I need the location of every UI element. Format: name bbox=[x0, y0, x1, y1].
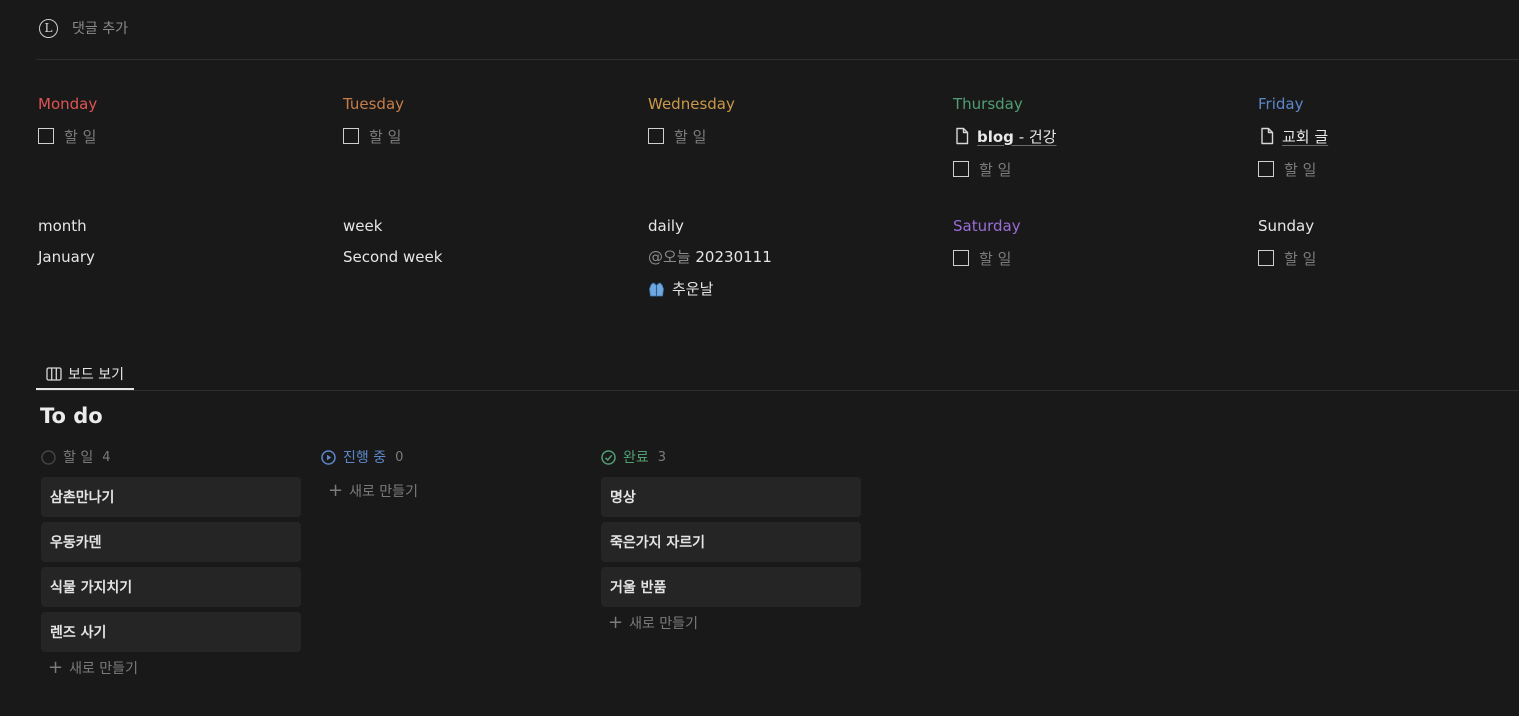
board-view-icon bbox=[46, 367, 62, 381]
comment-row[interactable]: L 댓글 추가 bbox=[39, 17, 128, 39]
date-mention[interactable]: @오늘 bbox=[648, 248, 691, 266]
circle-empty-icon bbox=[41, 449, 56, 465]
group-name: 완료 bbox=[623, 450, 649, 466]
daily-date-row[interactable]: @오늘 20230111 bbox=[648, 246, 938, 268]
month-column: month January bbox=[38, 216, 328, 268]
tab-divider bbox=[36, 390, 1519, 391]
page-icon bbox=[1261, 127, 1274, 145]
group-header[interactable]: 진행 중 0 bbox=[321, 447, 583, 467]
doc-link-rest: - 건강 bbox=[1013, 127, 1057, 146]
new-card-label: 새로 만들기 bbox=[629, 616, 698, 632]
tab-label: 보드 보기 bbox=[68, 367, 124, 383]
new-card-label: 새로 만들기 bbox=[349, 484, 418, 500]
page-icon bbox=[956, 127, 969, 145]
todo-item[interactable]: 할 일 bbox=[38, 125, 328, 147]
week-value: Second week bbox=[343, 248, 443, 266]
new-card-button[interactable]: + 새로 만들기 bbox=[321, 480, 583, 502]
in-progress-icon bbox=[321, 449, 336, 465]
day-title-wednesday: Wednesday bbox=[648, 95, 735, 113]
month-label: month bbox=[38, 217, 87, 235]
doc-link-item[interactable]: blog - 건강 bbox=[953, 125, 1243, 147]
todo-item[interactable]: 할 일 bbox=[953, 158, 1243, 180]
daily-column: daily @오늘 20230111 추운날 bbox=[648, 216, 938, 300]
day-column-monday: Monday 할 일 bbox=[38, 94, 328, 147]
checkbox[interactable] bbox=[953, 250, 969, 266]
day-title-saturday: Saturday bbox=[953, 217, 1021, 235]
day-column-thursday: Thursday blog - 건강 할 일 bbox=[953, 94, 1243, 180]
day-title-sunday: Sunday bbox=[1258, 217, 1315, 235]
doc-link[interactable]: blog - 건강 bbox=[977, 126, 1056, 147]
board-card[interactable]: 식물 가지치기 bbox=[41, 567, 301, 607]
plus-icon: + bbox=[48, 657, 64, 678]
checkbox[interactable] bbox=[343, 128, 359, 144]
todo-item[interactable]: 할 일 bbox=[1258, 158, 1519, 180]
board-card[interactable]: 렌즈 사기 bbox=[41, 612, 301, 652]
new-card-label: 새로 만들기 bbox=[69, 661, 138, 677]
day-column-sunday: Sunday 할 일 bbox=[1258, 216, 1519, 269]
checkbox[interactable] bbox=[38, 128, 54, 144]
board-group-in-progress: 진행 중 0 + 새로 만들기 bbox=[321, 447, 583, 502]
plus-icon: + bbox=[328, 480, 344, 501]
board-card[interactable]: 삼촌만나기 bbox=[41, 477, 301, 517]
doc-link-item[interactable]: 교회 글 bbox=[1258, 125, 1519, 147]
todo-item[interactable]: 할 일 bbox=[953, 247, 1243, 269]
checkbox[interactable] bbox=[648, 128, 664, 144]
group-header[interactable]: 할 일 4 bbox=[41, 447, 303, 467]
day-column-friday: Friday 교회 글 할 일 bbox=[1258, 94, 1519, 180]
group-name: 진행 중 bbox=[343, 450, 387, 466]
checkbox[interactable] bbox=[953, 161, 969, 177]
new-card-button[interactable]: + 새로 만들기 bbox=[601, 612, 863, 634]
daily-weather-row: 추운날 bbox=[648, 278, 938, 300]
group-count: 4 bbox=[102, 449, 111, 465]
board-card[interactable]: 죽은가지 자르기 bbox=[601, 522, 861, 562]
board-title: To do bbox=[40, 404, 103, 428]
todo-placeholder: 할 일 bbox=[1284, 160, 1317, 179]
doc-link-bold: blog bbox=[977, 127, 1014, 146]
divider bbox=[36, 59, 1519, 60]
todo-placeholder: 할 일 bbox=[979, 249, 1012, 268]
daily-label: daily bbox=[648, 217, 684, 235]
todo-placeholder: 할 일 bbox=[1284, 249, 1317, 268]
day-column-saturday: Saturday 할 일 bbox=[953, 216, 1243, 269]
group-name: 할 일 bbox=[63, 450, 94, 466]
new-card-button[interactable]: + 새로 만들기 bbox=[41, 657, 303, 679]
board-card[interactable]: 우동카덴 bbox=[41, 522, 301, 562]
day-title-tuesday: Tuesday bbox=[343, 95, 405, 113]
doc-link[interactable]: 교회 글 bbox=[1282, 126, 1328, 147]
group-count: 3 bbox=[657, 449, 667, 465]
doc-link-rest: 교회 글 bbox=[1282, 127, 1329, 146]
todo-item[interactable]: 할 일 bbox=[648, 125, 938, 147]
todo-placeholder: 할 일 bbox=[369, 127, 402, 146]
day-title-monday: Monday bbox=[38, 95, 98, 113]
checkbox[interactable] bbox=[1258, 250, 1274, 266]
board-card[interactable]: 거울 반품 bbox=[601, 567, 861, 607]
month-value: January bbox=[38, 248, 95, 266]
board-group-todo: 할 일 4 삼촌만나기 우동카덴 식물 가지치기 렌즈 사기 + 새로 만들기 bbox=[41, 447, 303, 679]
todo-placeholder: 할 일 bbox=[979, 160, 1012, 179]
group-count: 0 bbox=[395, 449, 404, 465]
day-column-wednesday: Wednesday 할 일 bbox=[648, 94, 938, 147]
day-column-tuesday: Tuesday 할 일 bbox=[343, 94, 633, 147]
day-title-thursday: Thursday bbox=[953, 95, 1023, 113]
todo-placeholder: 할 일 bbox=[64, 127, 97, 146]
todo-placeholder: 할 일 bbox=[674, 127, 707, 146]
todo-item[interactable]: 할 일 bbox=[1258, 247, 1519, 269]
day-title-friday: Friday bbox=[1258, 95, 1304, 113]
add-comment-label[interactable]: 댓글 추가 bbox=[72, 18, 128, 38]
weather-text: 추운날 bbox=[672, 280, 714, 298]
plus-icon: + bbox=[608, 612, 624, 633]
todo-item[interactable]: 할 일 bbox=[343, 125, 633, 147]
board-card[interactable]: 명상 bbox=[601, 477, 861, 517]
coat-icon bbox=[649, 282, 664, 296]
board-group-done: 완료 3 명상 죽은가지 자르기 거울 반품 + 새로 만들기 bbox=[601, 447, 863, 634]
week-label: week bbox=[343, 217, 383, 235]
user-avatar: L bbox=[39, 18, 58, 38]
group-header[interactable]: 완료 3 bbox=[601, 447, 863, 467]
daily-date: 20230111 bbox=[695, 248, 772, 266]
tab-board-view[interactable]: 보드 보기 bbox=[36, 360, 134, 390]
check-circle-icon bbox=[601, 449, 616, 465]
week-column: week Second week bbox=[343, 216, 633, 268]
checkbox[interactable] bbox=[1258, 161, 1274, 177]
